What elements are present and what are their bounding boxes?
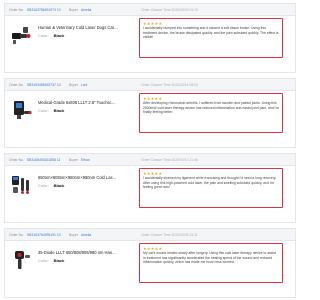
order-time-label: Order Closure Time — [141, 233, 171, 237]
color-label: Color: — [38, 183, 49, 188]
review-text: My cat's wound healed slowly after surge… — [143, 251, 276, 265]
color-value: Black — [53, 258, 65, 263]
buyer: Buyer Lani — [69, 79, 87, 90]
review-box: ★★★★★ After developing rheumatoid arthri… — [139, 93, 283, 133]
order-card: Order No. SB3163488183737 10 Buyer Lani Or… — [4, 78, 296, 148]
order-no-value[interactable]: SB3163786491973 10 — [27, 8, 61, 12]
order-time-label: Order Closure Time — [141, 158, 171, 162]
laser-device-icon[interactable] — [11, 99, 33, 121]
buyer-value[interactable]: Lani — [81, 83, 87, 87]
buyer-label: Buyer — [69, 233, 78, 237]
order-no-label: Order No. — [9, 233, 24, 237]
order-time-value: 2020/03/05 23:11 — [171, 233, 198, 237]
product-title[interactable]: Medical-Grade 6x808 LLLT 2.8" Touchsc… — [38, 100, 133, 105]
order-no-label: Order No. — [9, 83, 24, 87]
laser-device-icon[interactable] — [11, 24, 33, 46]
buyer-value[interactable]: Ethan — [81, 158, 90, 162]
order-list: Order No. SB3163786491973 10 Buyer Amelia … — [0, 0, 300, 300]
order-body: 650nm×808nm×950nm×980nm Cold Las… Color:… — [5, 166, 295, 223]
color-value: Black — [53, 33, 65, 38]
laser-device-icon[interactable] — [11, 249, 33, 271]
order-time-label: Order Closure Time — [141, 8, 171, 12]
review-box: ★★★★★ I accidentally bumped into somethi… — [139, 18, 283, 58]
product-title[interactable]: 35-Diode LLLT 650/808/905/980 nm Han… — [38, 250, 133, 255]
product-color: Color: Black — [38, 183, 64, 188]
color-label: Color: — [38, 258, 49, 263]
order-header: Order No. SB3163488183737 10 Buyer Lani Or… — [5, 79, 295, 91]
order-no: Order No. SB3163764995191 10 — [9, 229, 61, 240]
buyer-label: Buyer — [69, 158, 78, 162]
order-no-label: Order No. — [9, 158, 24, 162]
order-time-label: Order Closure Time — [141, 83, 171, 87]
order-time-value: 2020/03/11 21:46 — [171, 158, 198, 162]
order-body: Medical-Grade 6x808 LLLT 2.8" Touchsc… C… — [5, 91, 295, 148]
buyer-label: Buyer — [69, 83, 78, 87]
order-no-value[interactable]: SB3168493161858 11 — [27, 158, 61, 162]
buyer-label: Buyer — [69, 8, 78, 12]
order-time: Order Closure Time 2020/03/11 21:46 — [141, 154, 198, 165]
review-box: ★★★★★ I accidentally strained my ligamen… — [139, 168, 283, 208]
order-card: Order No. SB3163764995191 10 Buyer Amelia … — [4, 228, 296, 298]
order-time: Order Closure Time 2020/03/24 01:13 — [141, 4, 198, 15]
product-color: Color: Black — [38, 33, 64, 38]
color-value: Black — [53, 183, 65, 188]
buyer-value[interactable]: Amelia — [81, 233, 91, 237]
order-body: Human & Veterinary Cold Laser Dogs Cat… … — [5, 16, 295, 73]
order-no-label: Order No. — [9, 8, 24, 12]
order-time: Order Closure Time 2020/03/14 08:04 — [141, 79, 198, 90]
review-text: I accidentally strained my ligament whil… — [143, 176, 277, 190]
product-title[interactable]: 650nm×808nm×950nm×980nm Cold Las… — [38, 175, 133, 180]
order-no: Order No. SB3168493161858 11 — [9, 154, 61, 165]
order-no: Order No. SB3163786491973 10 — [9, 4, 61, 15]
color-label: Color: — [38, 108, 49, 113]
order-time: Order Closure Time 2020/03/05 23:11 — [141, 229, 198, 240]
buyer: Buyer Amelia — [69, 229, 91, 240]
buyer-value[interactable]: Amelia — [81, 8, 91, 12]
order-card: Order No. SB3168493161858 11 Buyer Ethan O… — [4, 153, 296, 223]
order-no: Order No. SB3163488183737 10 — [9, 79, 61, 90]
product-color: Color: Black — [38, 258, 64, 263]
review-text: I accidentally bumped into something and… — [143, 26, 279, 40]
order-time-value: 2020/03/14 08:04 — [171, 83, 198, 87]
laser-device-icon[interactable] — [11, 174, 33, 196]
review-box: ★★★★★ My cat's wound healed slowly after… — [139, 243, 283, 283]
order-time-value: 2020/03/24 01:13 — [171, 8, 198, 12]
order-header: Order No. SB3163764995191 10 Buyer Amelia … — [5, 229, 295, 241]
product-color: Color: Black — [38, 108, 64, 113]
order-no-value[interactable]: SB3163488183737 10 — [27, 83, 61, 87]
product-title[interactable]: Human & Veterinary Cold Laser Dogs Cat… — [38, 25, 133, 30]
buyer: Buyer Amelia — [69, 4, 91, 15]
review-text: After developing rheumatoid arthritis, I… — [143, 101, 279, 115]
order-header: Order No. SB3163786491973 10 Buyer Amelia … — [5, 4, 295, 16]
order-body: 35-Diode LLLT 650/808/905/980 nm Han… Co… — [5, 241, 295, 298]
color-label: Color: — [38, 33, 49, 38]
order-no-value[interactable]: SB3163764995191 10 — [27, 233, 61, 237]
order-header: Order No. SB3168493161858 11 Buyer Ethan O… — [5, 154, 295, 166]
order-card: Order No. SB3163786491973 10 Buyer Amelia … — [4, 3, 296, 73]
buyer: Buyer Ethan — [69, 154, 90, 165]
color-value: Black — [53, 108, 65, 113]
